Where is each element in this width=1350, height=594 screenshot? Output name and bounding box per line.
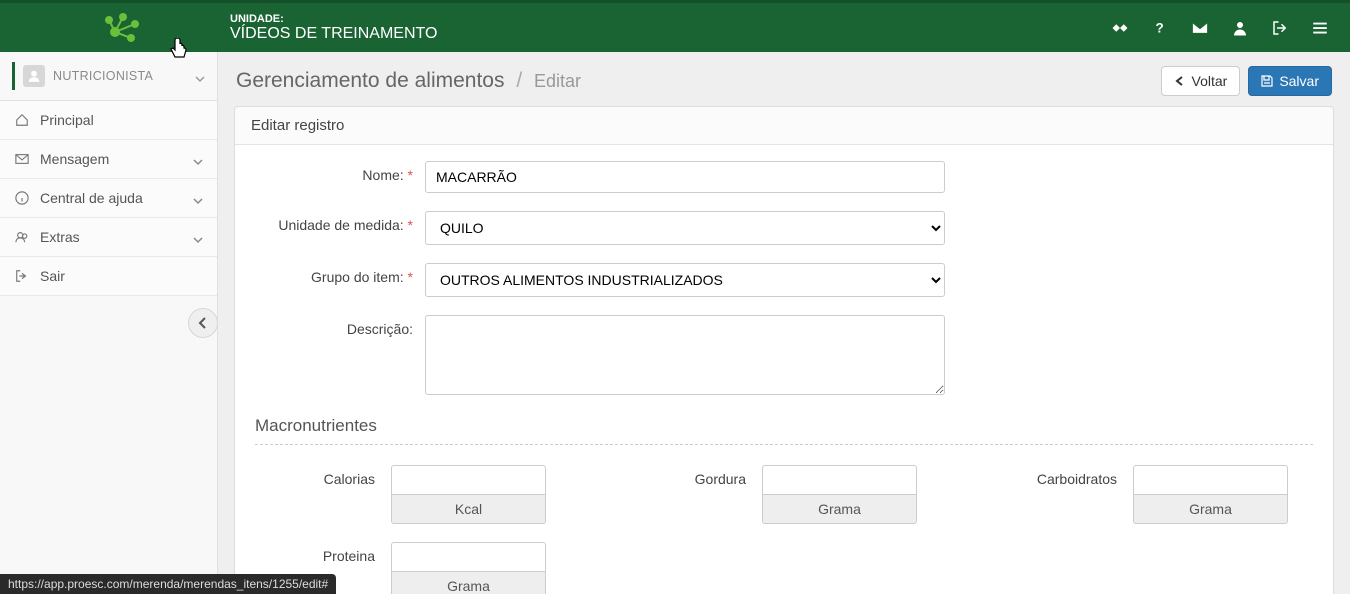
avatar-icon	[23, 65, 45, 87]
save-button-label: Salvar	[1279, 73, 1319, 89]
sidebar: NUTRICIONISTA Principal Mensagem Central…	[0, 52, 218, 594]
chevron-down-icon	[193, 232, 203, 242]
unit-select[interactable]: QUILO	[425, 211, 945, 245]
back-button-label: Voltar	[1192, 73, 1228, 89]
sidebar-item-label: Mensagem	[40, 151, 193, 167]
cursor-pointer-icon	[168, 38, 190, 65]
sidebar-item-central-ajuda[interactable]: Central de ajuda	[0, 179, 217, 218]
help-icon[interactable]: ?	[1142, 10, 1178, 46]
unit-label: UNIDADE:	[230, 13, 1102, 25]
svg-text:?: ?	[1156, 20, 1164, 35]
menu-icon[interactable]	[1302, 10, 1338, 46]
breadcrumb: Gerenciamento de alimentos / Editar	[236, 69, 581, 93]
protein-unit: Grama	[391, 572, 546, 594]
carbs-unit: Grama	[1133, 495, 1288, 524]
signout-icon[interactable]	[1262, 10, 1298, 46]
back-button[interactable]: Voltar	[1161, 66, 1241, 96]
group-label: Grupo do item: *	[255, 263, 425, 285]
sidebar-item-principal[interactable]: Principal	[0, 101, 217, 140]
fat-unit: Grama	[762, 495, 917, 524]
page-title: Gerenciamento de alimentos	[236, 69, 504, 92]
unit-name: VÍDEOS DE TREINAMENTO	[230, 25, 1102, 43]
top-icons: ?	[1102, 10, 1338, 46]
save-button[interactable]: Salvar	[1248, 66, 1332, 96]
fat-label: Gordura	[626, 465, 746, 487]
sidebar-item-label: Extras	[40, 229, 193, 245]
group-select[interactable]: OUTROS ALIMENTOS INDUSTRIALIZADOS	[425, 263, 945, 297]
page-header: Gerenciamento de alimentos / Editar Volt…	[218, 52, 1350, 106]
edit-panel: Editar registro Nome: * Unidade de medid…	[234, 106, 1334, 594]
protein-input[interactable]	[391, 542, 546, 572]
sidebar-item-sair[interactable]: Sair	[0, 257, 217, 296]
protein-label: Proteina	[255, 542, 375, 564]
name-input[interactable]	[425, 161, 945, 193]
mail-icon	[14, 151, 30, 167]
logout-icon	[14, 268, 30, 284]
sidebar-collapse-button[interactable]	[188, 308, 218, 338]
sidebar-item-label: Sair	[40, 268, 203, 284]
chevron-down-icon	[193, 193, 203, 203]
sidebar-item-label: Central de ajuda	[40, 190, 193, 206]
envelope-icon[interactable]	[1182, 10, 1218, 46]
topbar: UNIDADE: VÍDEOS DE TREINAMENTO ?	[0, 0, 1350, 52]
page-subtitle: Editar	[534, 71, 581, 91]
unit-block: UNIDADE: VÍDEOS DE TREINAMENTO	[230, 13, 1102, 43]
sidebar-item-label: Principal	[40, 112, 203, 128]
handshake-icon[interactable]	[1102, 10, 1138, 46]
fat-input[interactable]	[762, 465, 917, 495]
sidebar-item-extras[interactable]: Extras	[0, 218, 217, 257]
name-label: Nome: *	[255, 161, 425, 183]
users-icon	[14, 229, 30, 245]
carbs-input[interactable]	[1133, 465, 1288, 495]
divider	[255, 444, 1313, 445]
calories-input[interactable]	[391, 465, 546, 495]
description-textarea[interactable]	[425, 315, 945, 395]
carbs-label: Carboidratos	[997, 465, 1117, 487]
user-icon[interactable]	[1222, 10, 1258, 46]
logo[interactable]	[12, 3, 230, 52]
panel-title: Editar registro	[235, 107, 1333, 145]
description-label: Descrição:	[255, 315, 425, 337]
calories-unit: Kcal	[391, 495, 546, 524]
home-icon	[14, 112, 30, 128]
macros-section-title: Macronutrientes	[255, 416, 1313, 436]
chevron-down-icon	[195, 71, 205, 81]
unit-measure-label: Unidade de medida: *	[255, 211, 425, 233]
sidebar-item-mensagem[interactable]: Mensagem	[0, 140, 217, 179]
calories-label: Calorias	[255, 465, 375, 487]
user-role-label: NUTRICIONISTA	[53, 69, 195, 83]
main-content: Gerenciamento de alimentos / Editar Volt…	[218, 52, 1350, 594]
chevron-down-icon	[193, 154, 203, 164]
status-bar: https://app.proesc.com/merenda/merendas_…	[0, 574, 336, 594]
info-icon	[14, 190, 30, 206]
